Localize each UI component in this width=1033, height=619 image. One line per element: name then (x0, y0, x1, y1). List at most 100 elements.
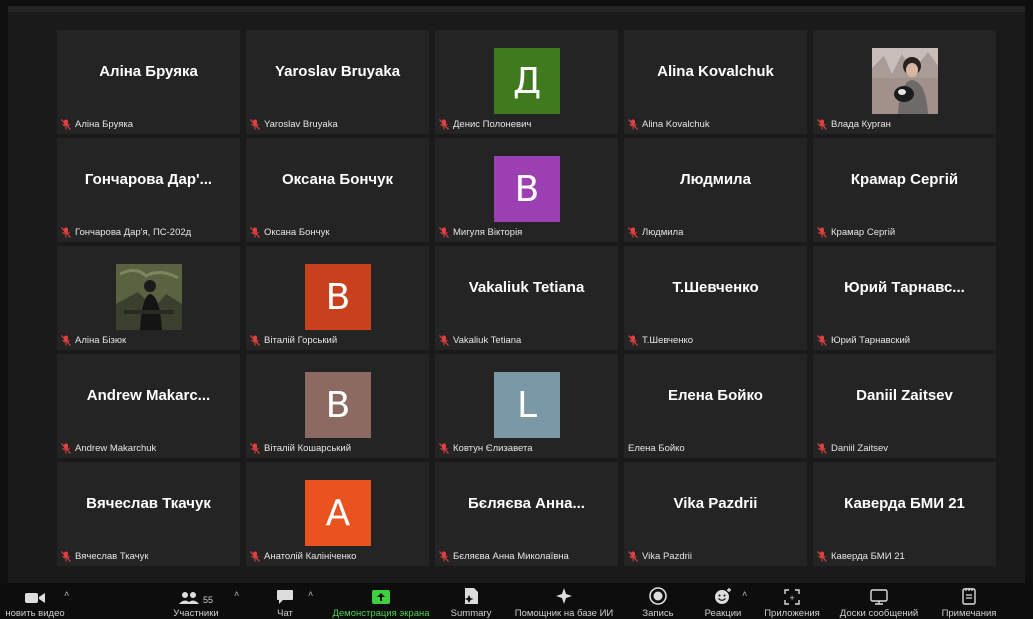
participant-display-name: Vika Pazdrii (673, 495, 758, 512)
participant-name-label: Каверда БМИ 21 (831, 551, 905, 562)
muted-mic-icon (250, 119, 260, 130)
apps-label: Приложения (764, 608, 820, 619)
reactions-label: Реакции (704, 608, 742, 619)
participant-nameplate: Аліна Бруяка (61, 119, 133, 130)
participant-name-label: Юрий Тарнавский (831, 335, 911, 346)
participant-name-label: Елена Бойко (628, 443, 685, 454)
participant-tile[interactable]: Юрий Тарнавс... Юрий Тарнавский (813, 246, 996, 350)
participant-tile[interactable]: Vakaliuk Tetiana Vakaliuk Tetiana (435, 246, 618, 350)
reactions-options-caret[interactable]: ˄ (742, 589, 747, 599)
participant-tile[interactable]: Гончарова Дар'... Гончарова Дар'я, ПС-202… (57, 138, 240, 242)
muted-mic-icon (628, 227, 638, 238)
participant-gallery: Аліна Бруяка Аліна Бруяка Yaroslav Bruyaka… (57, 30, 997, 566)
muted-mic-icon (61, 119, 71, 130)
muted-mic-icon (817, 551, 827, 562)
participant-tile[interactable]: Бєляєва Анна... Бєляєва Анна Миколаївна (435, 462, 618, 566)
participant-avatar: В (305, 264, 371, 330)
participant-name-label: Людмила (642, 227, 684, 238)
participant-tile[interactable]: Andrew Makarc... Andrew Makarchuk (57, 354, 240, 458)
participant-tile[interactable]: В Віталій Горський (246, 246, 429, 350)
participant-tile[interactable]: Аліна Бруяка Аліна Бруяка (57, 30, 240, 134)
muted-mic-icon (817, 443, 827, 454)
participant-display-name: Yaroslav Bruyaka (274, 63, 401, 80)
whiteboards-button[interactable]: Доски сообщений (832, 583, 926, 619)
participant-nameplate: Віталій Горський (250, 335, 337, 346)
participant-name-label: Vakaliuk Tetiana (453, 335, 522, 346)
participant-tile[interactable]: Крамар Сергій Крамар Сергій (813, 138, 996, 242)
participant-tile[interactable]: Alina Kovalchuk Alina Kovalchuk (624, 30, 807, 134)
participant-tile[interactable]: А Анатолій Калініченко (246, 462, 429, 566)
share-screen-button[interactable]: Демонстрация экрана (326, 583, 436, 619)
participant-tile[interactable]: Yaroslav Bruyaka Yaroslav Bruyaka (246, 30, 429, 134)
participants-label: Участники (173, 608, 219, 619)
record-button[interactable]: Запись (636, 583, 680, 619)
notes-button[interactable]: Примечания (934, 583, 1004, 619)
muted-mic-icon (439, 551, 449, 562)
participants-button[interactable]: 55 Участники (160, 583, 232, 619)
window-top-bar (8, 6, 1025, 12)
participant-nameplate: Vakaliuk Tetiana (439, 335, 521, 346)
summary-button[interactable]: Summary (446, 583, 496, 619)
muted-mic-icon (628, 119, 638, 130)
participant-name-label: Вячеслав Ткачук (75, 551, 149, 562)
participant-name-label: Аліна Бруяка (75, 119, 134, 130)
participant-name-label: Денис Полоневич (453, 119, 532, 130)
muted-mic-icon (817, 227, 827, 238)
summary-document-icon (463, 583, 479, 605)
participants-count: 55 (202, 595, 213, 605)
participant-nameplate: Анатолій Калініченко (250, 551, 356, 562)
participant-avatar: А (305, 480, 371, 546)
video-camera-icon (24, 583, 46, 605)
participant-tile[interactable]: L Ковтун Єлизавета (435, 354, 618, 458)
apps-button[interactable]: + Приложения (760, 583, 824, 619)
participant-name-label: Гончарова Дар'я, ПС-202д (75, 227, 192, 238)
participants-icon: 55 (178, 583, 213, 605)
video-button[interactable]: новить видео (0, 583, 70, 619)
participant-display-name: Вячеслав Ткачук (86, 495, 211, 512)
ai-assistant-button[interactable]: Помощник на базе ИИ (508, 583, 620, 619)
participant-nameplate: Ковтун Єлизавета (439, 443, 533, 454)
svg-text:+: + (789, 594, 795, 602)
participant-tile[interactable]: Влада Курган (813, 30, 996, 134)
participant-display-name: Т.Шевченко (672, 279, 759, 296)
chat-button[interactable]: Чат (268, 583, 302, 619)
participant-tile[interactable]: Daniil Zaitsev Daniil Zaitsev (813, 354, 996, 458)
participant-nameplate: Влада Курган (817, 119, 891, 130)
participant-tile[interactable]: Людмила Людмила (624, 138, 807, 242)
reactions-button[interactable]: Реакции (700, 583, 746, 619)
participant-tile[interactable]: Т.Шевченко Т.Шевченко (624, 246, 807, 350)
participant-tile[interactable]: Аліна Бізюк (57, 246, 240, 350)
participant-name-label: Влада Курган (831, 119, 891, 130)
whiteboards-label: Доски сообщений (839, 608, 919, 619)
chat-options-caret[interactable]: ˄ (308, 589, 313, 599)
participant-display-name: Аліна Бруяка (99, 63, 198, 80)
participant-tile[interactable]: Елена Бойко Елена Бойко (624, 354, 807, 458)
chat-label: Чат (277, 608, 293, 619)
participant-name-label: Alina Kovalchuk (642, 119, 710, 130)
smiley-plus-icon (713, 583, 733, 605)
sparkle-icon (555, 583, 573, 605)
share-screen-icon (371, 583, 391, 605)
participant-nameplate: Оксана Бончук (250, 227, 329, 238)
video-options-caret[interactable]: ˄ (64, 589, 69, 599)
participant-tile[interactable]: Вячеслав Ткачук Вячеслав Ткачук (57, 462, 240, 566)
muted-mic-icon (250, 551, 260, 562)
participant-nameplate: Вячеслав Ткачук (61, 551, 149, 562)
muted-mic-icon (628, 335, 638, 346)
notes-label: Примечания (941, 608, 997, 619)
participant-nameplate: Yaroslav Bruyaka (250, 119, 338, 130)
participants-options-caret[interactable]: ˄ (234, 589, 239, 599)
share-screen-label: Демонстрация экрана (332, 608, 430, 619)
participant-tile[interactable]: Оксана Бончук Оксана Бончук (246, 138, 429, 242)
muted-mic-icon (61, 443, 71, 454)
participant-tile[interactable]: Каверда БМИ 21 Каверда БМИ 21 (813, 462, 996, 566)
muted-mic-icon (628, 551, 638, 562)
participant-nameplate: Аліна Бізюк (61, 335, 126, 346)
participant-tile[interactable]: В Мигуля Вікторія (435, 138, 618, 242)
participant-name-label: Daniil Zaitsev (831, 443, 889, 454)
participant-tile[interactable]: В Віталій Кошарський (246, 354, 429, 458)
participant-tile[interactable]: Vika Pazdrii Vika Pazdrii (624, 462, 807, 566)
participant-tile[interactable]: Д Денис Полоневич (435, 30, 618, 134)
meeting-toolbar: новить видео ˄ 55 Участники ˄ Чат ˄ Демо… (0, 583, 1033, 619)
participant-display-name: Andrew Makarc... (86, 387, 211, 404)
